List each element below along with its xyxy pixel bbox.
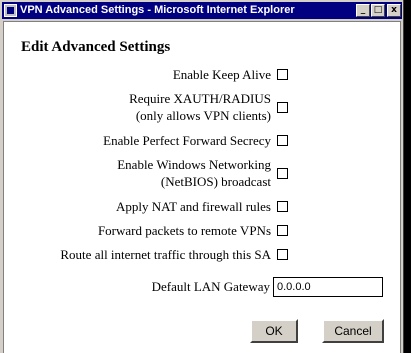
nat-checkbox[interactable] — [277, 201, 288, 212]
option-label-line: Enable Perfect Forward Secrecy — [103, 133, 271, 148]
option-label-line: Forward packets to remote VPNs — [97, 223, 271, 238]
option-label-line: Enable Keep Alive — [172, 67, 271, 82]
option-label-line: Apply NAT and firewall rules — [115, 199, 271, 214]
option-label: Require XAUTH/RADIUS (only allows VPN cl… — [129, 90, 271, 124]
window-title: VPN Advanced Settings - Microsoft Intern… — [20, 4, 295, 16]
gateway-label: Default LAN Gateway — [151, 279, 270, 294]
ie-window: VPN Advanced Settings - Microsoft Intern… — [0, 0, 404, 353]
option-label-line: (NetBIOS) broadcast — [160, 174, 271, 189]
title-bar[interactable]: VPN Advanced Settings - Microsoft Intern… — [2, 2, 402, 19]
maximize-button[interactable]: □ — [371, 4, 385, 17]
option-keep-alive: Enable Keep Alive — [173, 66, 288, 83]
gateway-row: Default LAN Gateway 0.0.0.0 — [152, 277, 383, 297]
xauth-checkbox[interactable] — [277, 101, 288, 113]
option-nat: Apply NAT and firewall rules — [116, 198, 288, 215]
option-netbios: Enable Windows Networking (NetBIOS) broa… — [117, 156, 288, 190]
route-all-checkbox[interactable] — [277, 249, 288, 260]
option-label: Enable Keep Alive — [173, 66, 271, 83]
option-label: Enable Perfect Forward Secrecy — [103, 132, 271, 149]
page-heading: Edit Advanced Settings — [21, 39, 171, 55]
ie-app-icon[interactable] — [4, 4, 17, 17]
netbios-checkbox[interactable] — [277, 167, 288, 179]
forward-checkbox[interactable] — [277, 225, 288, 236]
gateway-input[interactable]: 0.0.0.0 — [273, 277, 383, 297]
option-label: Forward packets to remote VPNs — [98, 222, 271, 239]
option-label: Enable Windows Networking (NetBIOS) broa… — [117, 156, 271, 190]
option-forward: Forward packets to remote VPNs — [98, 222, 288, 239]
option-label-line: Require XAUTH/RADIUS — [129, 91, 271, 106]
option-label-line: (only allows VPN clients) — [135, 108, 271, 123]
close-button[interactable]: x — [387, 4, 401, 17]
ok-button[interactable]: OK — [250, 319, 298, 343]
option-label: Route all internet traffic through this … — [60, 246, 271, 263]
minimize-button[interactable]: _ — [356, 4, 370, 17]
option-pfs: Enable Perfect Forward Secrecy — [103, 132, 288, 149]
pfs-checkbox[interactable] — [277, 135, 288, 146]
option-label-line: Enable Windows Networking — [117, 157, 271, 172]
dialog-content: Edit Advanced Settings Enable Keep Alive… — [3, 21, 401, 353]
option-label-line: Route all internet traffic through this … — [60, 247, 271, 262]
keep-alive-checkbox[interactable] — [277, 69, 288, 80]
option-xauth: Require XAUTH/RADIUS (only allows VPN cl… — [129, 90, 288, 124]
option-label: Apply NAT and firewall rules — [116, 198, 271, 215]
cancel-button[interactable]: Cancel — [322, 319, 384, 343]
option-route-all: Route all internet traffic through this … — [60, 246, 288, 263]
